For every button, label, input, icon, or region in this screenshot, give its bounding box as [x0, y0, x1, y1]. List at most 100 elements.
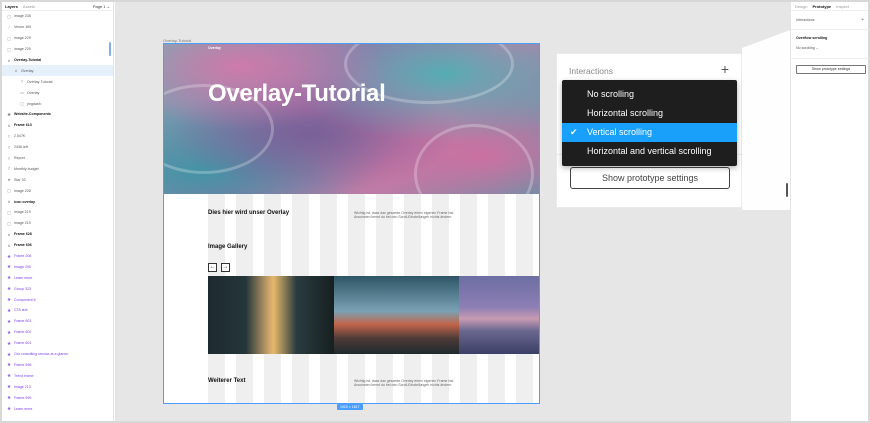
layer-item[interactable]: # Frame 606 — [2, 240, 113, 251]
component-icon: ❖ — [7, 406, 11, 411]
layers-header: Layers Assets Page 1 ⌄ — [2, 2, 113, 11]
layer-item[interactable]: ★ Star 33 — [2, 174, 113, 185]
layer-label: Website-Components — [14, 112, 51, 117]
layer-label: Frame 206 — [14, 254, 32, 259]
tab-design[interactable]: Design — [795, 4, 807, 9]
option-label: No scrolling — [587, 89, 635, 99]
layer-item[interactable]: # icon overlay — [2, 196, 113, 207]
tab-layers[interactable]: Layers — [5, 4, 18, 9]
image-icon: ▢ — [7, 35, 11, 41]
layer-item[interactable]: ▢ image 219 — [2, 207, 113, 218]
gallery-image-street — [208, 276, 334, 354]
layer-item[interactable]: ▭ Overlay — [2, 87, 113, 98]
component-icon: ❖ — [7, 318, 11, 324]
image-gallery — [208, 276, 539, 354]
layer-list: ▢ image 238 ⟋ Vector 169 ▢ image 229 ▢ image 22… — [2, 11, 113, 414]
layer-item[interactable]: ❖ Learn more — [2, 272, 113, 283]
layer-label: Report — [14, 156, 25, 161]
layer-label: Frame 599 — [14, 395, 32, 400]
layers-scrollbar[interactable] — [109, 42, 111, 56]
layer-item[interactable]: ▢ pngdash — [2, 98, 113, 109]
panel-splitter-handle[interactable] — [786, 183, 788, 197]
show-prototype-settings-button[interactable]: Show prototype settings — [570, 167, 730, 189]
star-icon: ★ — [7, 177, 11, 183]
overflow-scrolling-select[interactable]: No scrolling ⌄ — [796, 46, 819, 50]
text-icon: T — [7, 166, 11, 172]
frame-icon: # — [7, 199, 11, 205]
component-icon: ❖ — [7, 275, 11, 281]
option-no-scrolling[interactable]: No scrolling — [562, 85, 737, 104]
layer-label: image 229 — [14, 47, 31, 52]
layer-item[interactable]: T 2436 left — [2, 142, 113, 153]
tab-prototype[interactable]: Prototype — [812, 4, 831, 9]
layer-item[interactable]: ❖ CTA text — [2, 305, 113, 316]
layer-item[interactable]: ❖ Frame 598 — [2, 360, 113, 371]
option-vertical-scrolling[interactable]: ✔ Vertical scrolling — [562, 123, 737, 142]
layer-item[interactable]: # Overlay-Tutorial — [2, 55, 113, 66]
section-text-2: Wichtig ist, dass das gesamte Overlay ei… — [354, 379, 455, 388]
design-frame[interactable]: Overlay Overlay-Tutorial Dies hier wird … — [163, 43, 540, 404]
text-icon: T — [7, 133, 11, 139]
layer-label: Overlay — [21, 68, 34, 73]
gallery-prev-button[interactable]: ← — [208, 263, 217, 272]
layer-item[interactable]: ❖ Frame 599 — [2, 392, 113, 403]
layer-item[interactable]: ❖ Group 323 — [2, 283, 113, 294]
layer-label: Vector 169 — [14, 25, 32, 30]
layer-item[interactable]: # Frame 628 — [2, 229, 113, 240]
layer-label: Frame 606 — [14, 243, 32, 248]
option-label: Vertical scrolling — [587, 127, 653, 137]
image-icon: ▢ — [7, 46, 11, 52]
layer-item[interactable]: ❖ Website-Components — [2, 109, 113, 120]
layer-item[interactable]: # Overlay — [2, 65, 113, 77]
layer-item[interactable]: ❖ Our consulting service at a glance — [2, 349, 113, 360]
layer-item[interactable]: T 2.547€ — [2, 131, 113, 142]
add-interaction-icon[interactable]: + — [721, 61, 729, 77]
rect-icon: ▭ — [20, 90, 24, 96]
layer-label: Frame 603 — [14, 319, 32, 324]
layer-item[interactable]: ❖ Trend frame — [2, 370, 113, 381]
layer-item[interactable]: T Report — [2, 153, 113, 164]
component-icon: ❖ — [7, 362, 11, 368]
layer-item[interactable]: ❖ Frame 602 — [2, 327, 113, 338]
layer-label: Overlay — [27, 90, 40, 95]
layer-item[interactable]: T Monthly budget — [2, 163, 113, 174]
page-selector[interactable]: Page 1 ⌄ — [93, 4, 110, 9]
layer-item[interactable]: ▢ image 229 — [2, 44, 113, 55]
image-icon: ▢ — [7, 188, 11, 194]
add-interaction-icon[interactable]: + — [861, 17, 864, 23]
layer-label: Image 290 — [14, 264, 31, 269]
show-prototype-settings-button[interactable]: Show prototype settings — [796, 65, 866, 74]
gallery-next-button[interactable]: → — [221, 263, 230, 272]
layer-item[interactable]: ❖ Frame 601 — [2, 338, 113, 349]
layer-label: Frame 601 — [14, 341, 32, 346]
layer-item[interactable]: ❖ Component 6 — [2, 294, 113, 305]
layer-item[interactable]: # Frame 613 — [2, 120, 113, 131]
layer-label: Frame 598 — [14, 362, 32, 367]
overflow-scrolling-label: Overflow scrolling — [796, 36, 828, 40]
layer-item[interactable]: ❖ Frame 603 — [2, 316, 113, 327]
layer-item[interactable]: ❖ Learn more — [2, 403, 113, 414]
layer-label: 2436 left — [14, 145, 28, 150]
layer-label: Group 323 — [14, 286, 31, 291]
layer-item[interactable]: ⟋ Vector 169 — [2, 22, 113, 33]
tab-inspect[interactable]: Inspect — [836, 4, 849, 9]
layer-item[interactable]: ▢ image 229 — [2, 33, 113, 44]
layer-label: Trend frame — [14, 373, 34, 378]
option-horizontal-scrolling[interactable]: Horizontal scrolling — [562, 104, 737, 123]
section-heading-2: Weiterer Text — [208, 378, 246, 384]
overflow-scrolling-dropdown: No scrolling Horizontal scrolling ✔ Verti… — [562, 80, 737, 166]
layer-item[interactable]: ❖ Frame 206 — [2, 251, 113, 262]
layer-item[interactable]: ▢ image 219 — [2, 218, 113, 229]
frame-size-badge: 1920 × 1817 — [337, 404, 363, 410]
layer-item[interactable]: ❖ Image 290 — [2, 261, 113, 272]
layer-item[interactable]: ▢ image 228 — [2, 185, 113, 196]
layer-item[interactable]: T Overlay-Tutorial — [2, 76, 113, 87]
layer-label: Overlay-Tutorial — [27, 79, 53, 84]
option-horizontal-and-vertical-scrolling[interactable]: Horizontal and vertical scrolling — [562, 142, 737, 161]
frame-icon: # — [7, 231, 11, 237]
layer-item[interactable]: ▢ image 238 — [2, 11, 113, 22]
layer-item[interactable]: ❖ image 213 — [2, 381, 113, 392]
layer-label: Star 33 — [14, 177, 26, 182]
tab-assets[interactable]: Assets — [23, 4, 35, 9]
layer-label: Our consulting service at a glance — [14, 352, 69, 357]
